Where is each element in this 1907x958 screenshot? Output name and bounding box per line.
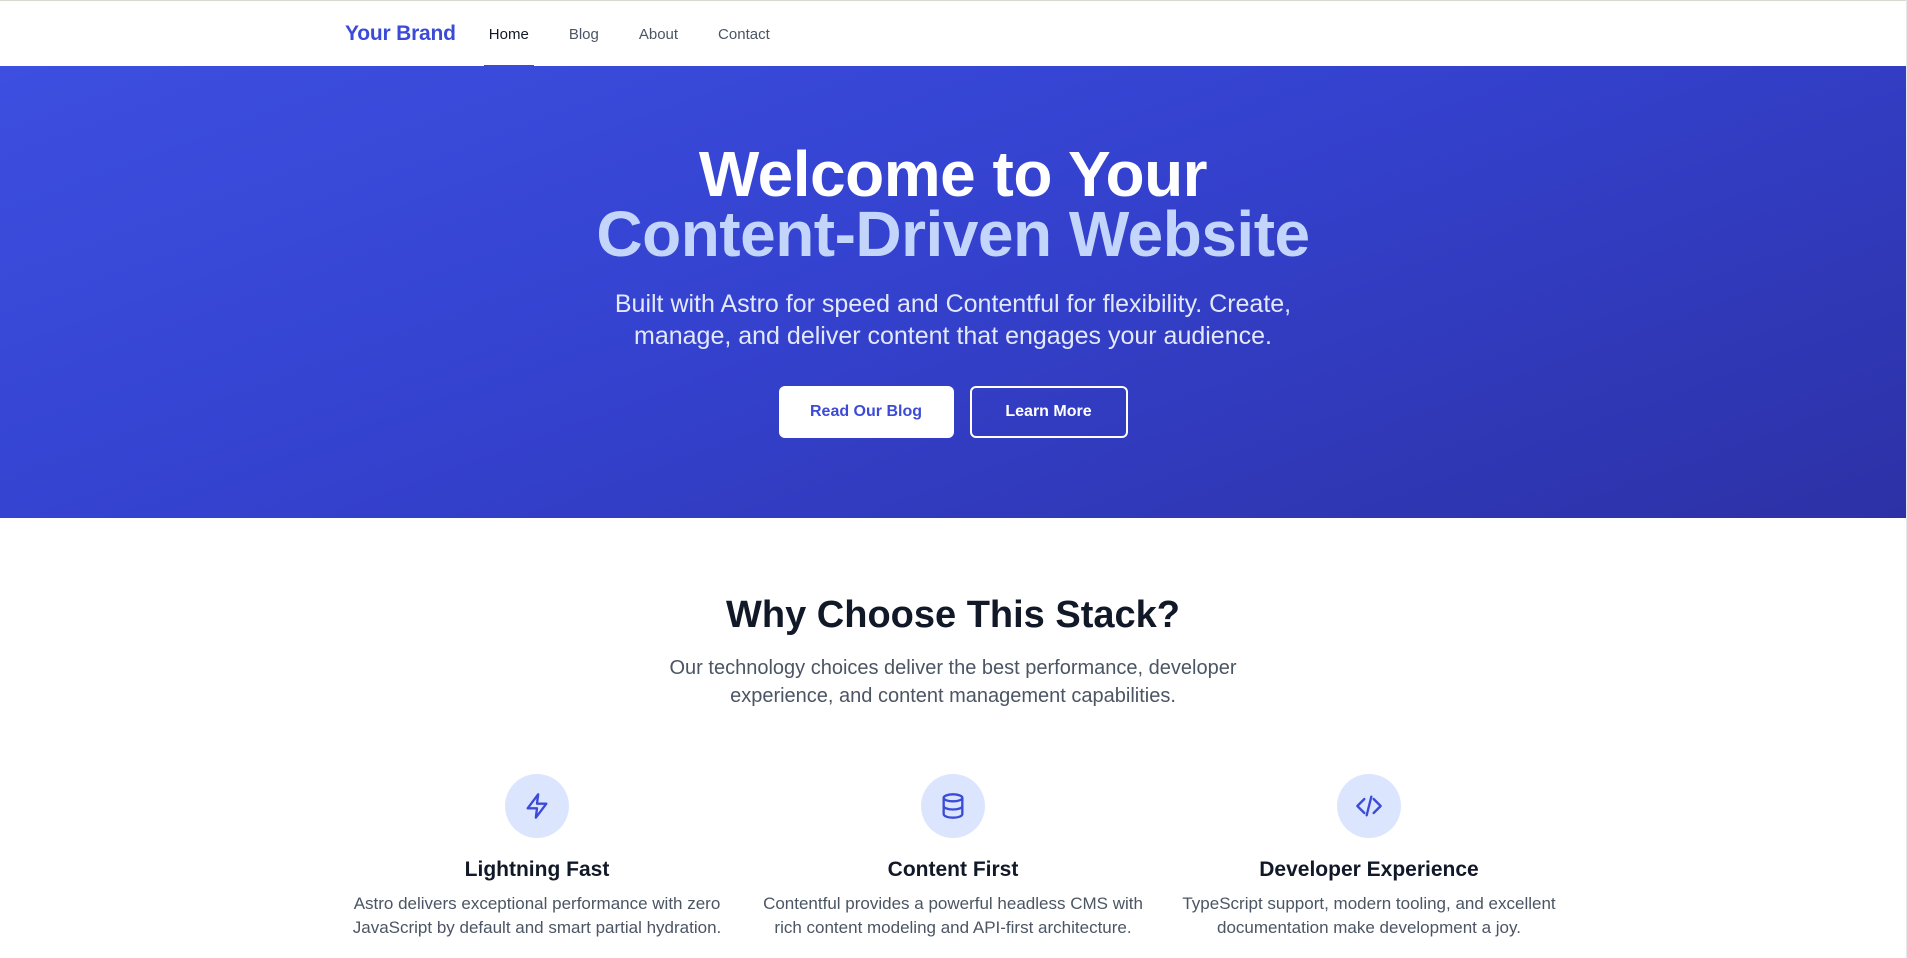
feature-card: Lightning Fast Astro delivers exceptiona… (345, 774, 729, 940)
feature-description: Astro delivers exceptional performance w… (352, 894, 722, 937)
main-nav: Home Blog About Contact (483, 1, 805, 67)
feature-description: TypeScript support, modern tooling, and … (1182, 894, 1556, 937)
database-icon (921, 774, 985, 838)
read-blog-button[interactable]: Read Our Blog (778, 386, 954, 438)
feature-title: Developer Experience (1259, 858, 1479, 881)
nav-blog[interactable]: Blog (564, 1, 604, 67)
site-header: Your Brand Home Blog About Contact (0, 0, 1906, 67)
hero-title-line2: Content-Driven Website (596, 198, 1310, 270)
code-icon (1337, 774, 1401, 838)
feature-description: Contentful provides a powerful headless … (763, 894, 1143, 937)
nav-home[interactable]: Home (483, 1, 534, 67)
hero-subtitle: Built with Astro for speed and Contentfu… (614, 290, 1292, 350)
features-section: Why Choose This Stack? Our technology ch… (0, 518, 1906, 958)
hero-actions: Read Our Blog Learn More (0, 386, 1906, 438)
page: Your Brand Home Blog About Contact Welco… (0, 0, 1906, 958)
feature-card: Content First Contentful provides a powe… (761, 774, 1145, 940)
nav-contact[interactable]: Contact (713, 1, 775, 67)
brand-logo[interactable]: Your Brand (345, 22, 456, 46)
features-title: Why Choose This Stack? (726, 594, 1180, 636)
learn-more-button[interactable]: Learn More (969, 386, 1128, 438)
features-subtitle: Our technology choices deliver the best … (669, 657, 1237, 707)
feature-title: Lightning Fast (464, 858, 610, 881)
hero-title-line1: Welcome to Your (698, 138, 1208, 210)
feature-grid: Lightning Fast Astro delivers exceptiona… (345, 774, 1561, 940)
lightning-icon (505, 774, 569, 838)
header-inner: Your Brand Home Blog About Contact (345, 1, 805, 67)
nav-about[interactable]: About (634, 1, 683, 67)
feature-card: Developer Experience TypeScript support,… (1177, 774, 1561, 940)
hero-title: Welcome to Your Content-Driven Website (0, 138, 1906, 270)
feature-title: Content First (887, 858, 1019, 881)
hero-section: Welcome to Your Content-Driven Website B… (0, 66, 1906, 518)
